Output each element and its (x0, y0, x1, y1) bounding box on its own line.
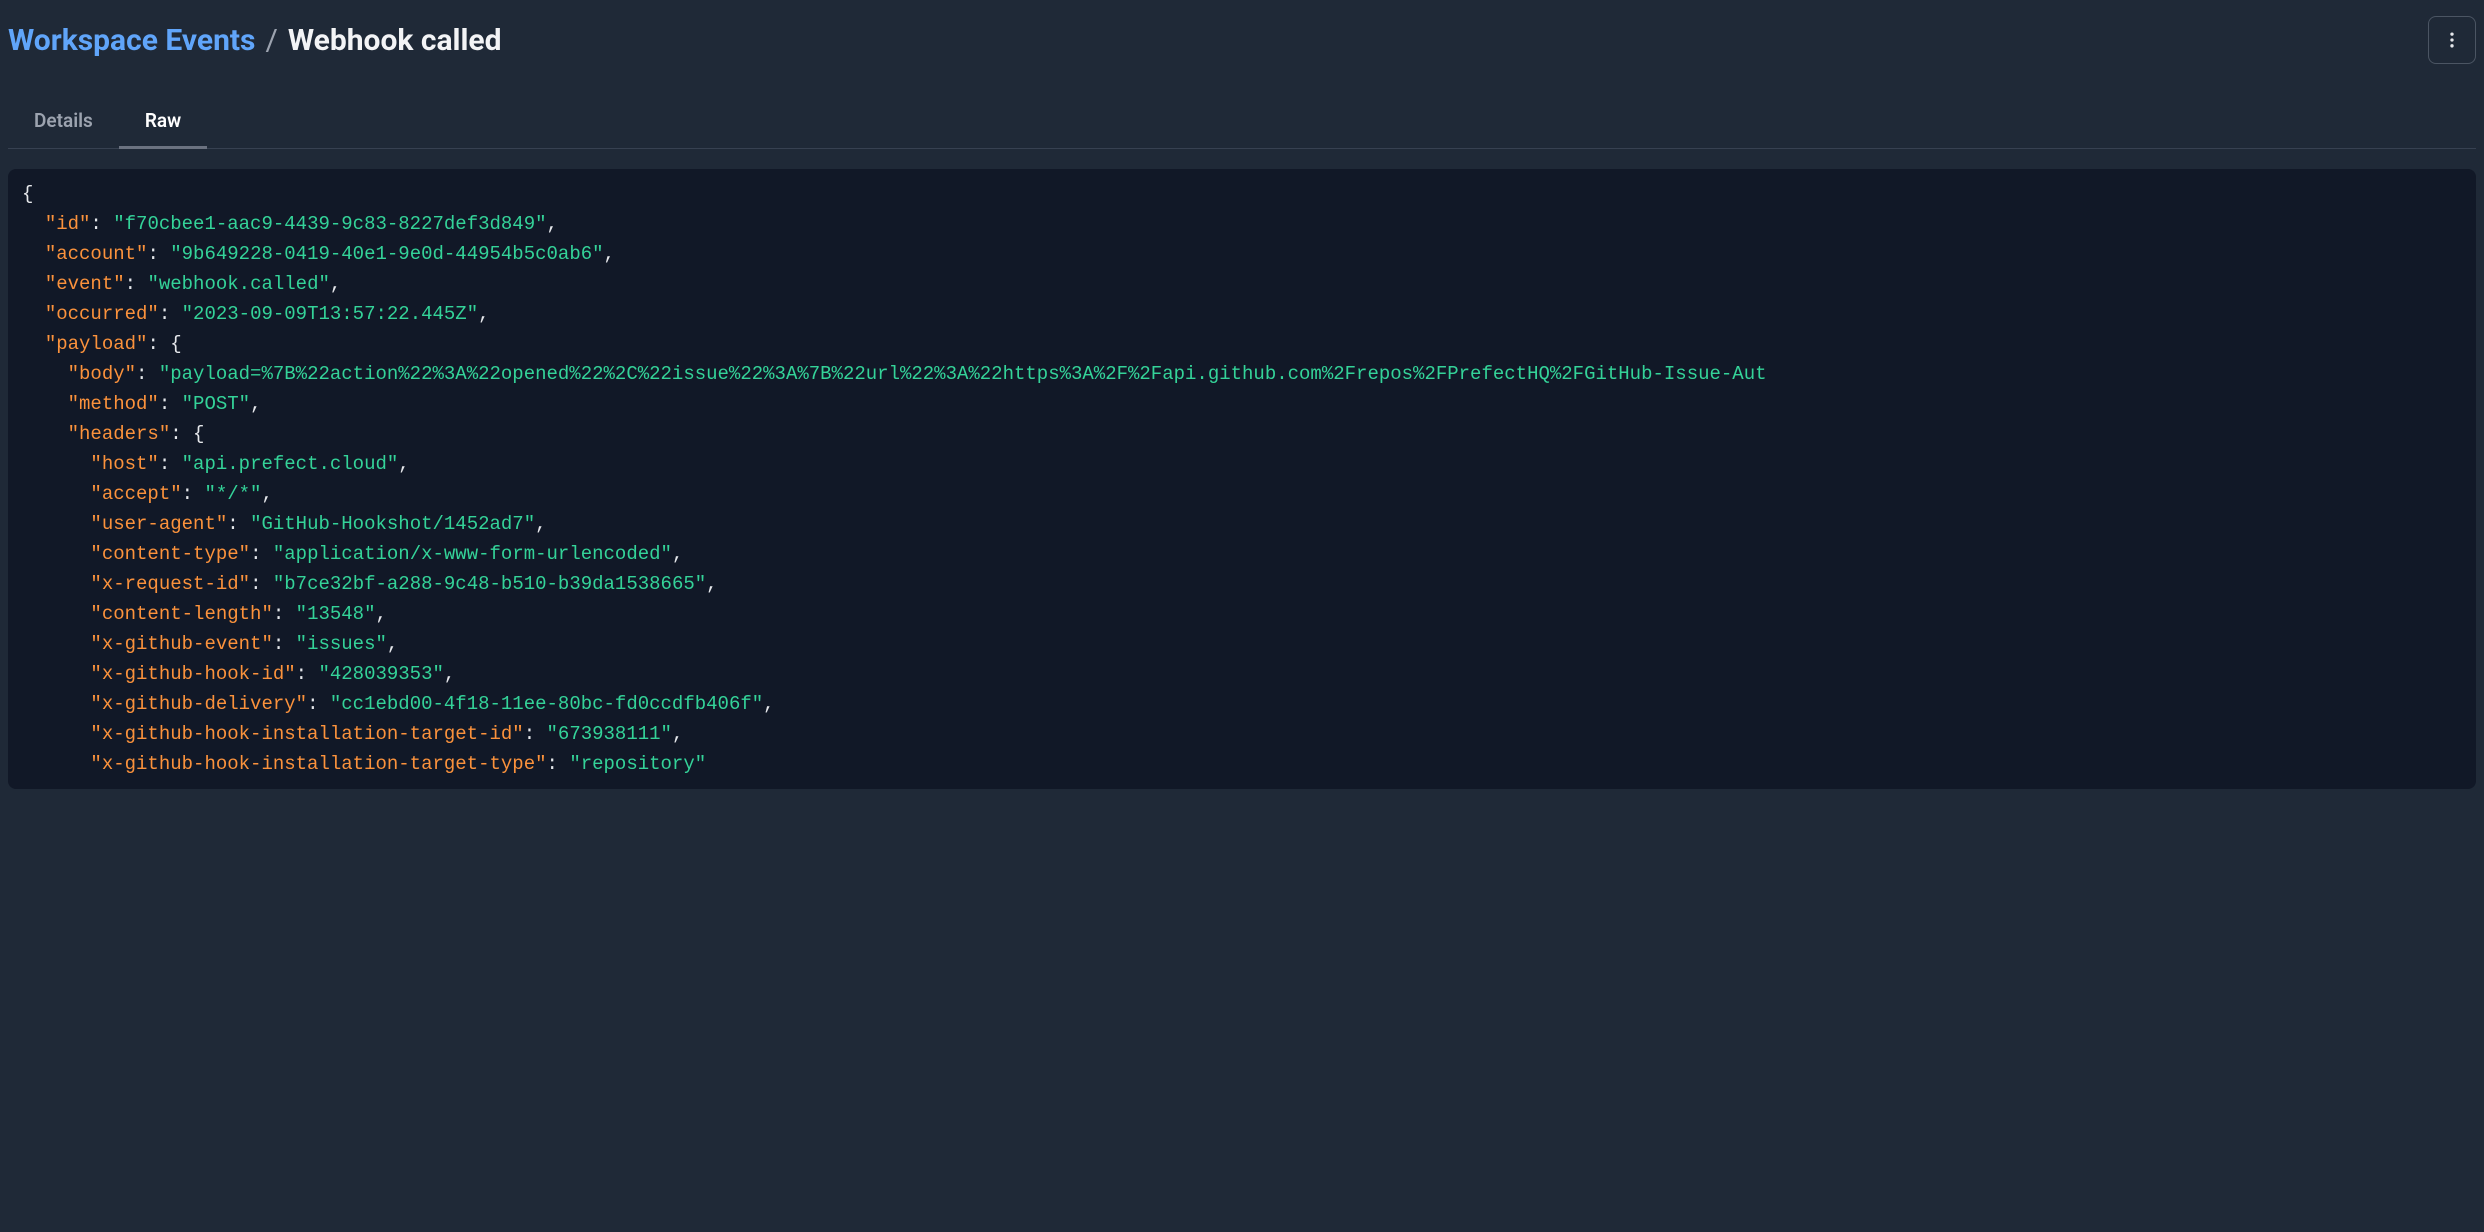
json-key: "content-type" (90, 543, 250, 565)
json-value: "payload=%7B%22action%22%3A%22opened%22%… (159, 363, 1767, 385)
json-key: "method" (68, 393, 159, 415)
json-key: "x-github-delivery" (90, 693, 307, 715)
tab-raw[interactable]: Raw (119, 95, 207, 149)
json-value: "api.prefect.cloud" (182, 453, 399, 475)
json-key: "account" (45, 243, 148, 265)
json-value: "webhook.called" (147, 273, 329, 295)
json-value: "13548" (296, 603, 376, 625)
json-key: "payload" (45, 333, 148, 355)
json-key: "event" (45, 273, 125, 295)
json-value: "POST" (182, 393, 250, 415)
json-value: "cc1ebd00-4f18-11ee-80bc-fd0ccdfb406f" (330, 693, 763, 715)
json-value: "application/x-www-form-urlencoded" (273, 543, 672, 565)
json-key: "x-github-event" (90, 633, 272, 655)
json-value: "issues" (296, 633, 387, 655)
json-value: "2023-09-09T13:57:22.445Z" (182, 303, 478, 325)
json-key: "occurred" (45, 303, 159, 325)
tabs: Details Raw (8, 84, 2476, 149)
tab-details[interactable]: Details (8, 95, 119, 149)
page-header: Workspace Events / Webhook called (8, 8, 2476, 84)
json-value: "GitHub-Hookshot/1452ad7" (250, 513, 535, 535)
json-key: "x-request-id" (90, 573, 250, 595)
breadcrumb-link-workspace-events[interactable]: Workspace Events (8, 23, 255, 58)
json-key: "x-github-hook-id" (90, 663, 295, 685)
json-value: "f70cbee1-aac9-4439-9c83-8227def3d849" (113, 213, 546, 235)
breadcrumb: Workspace Events / Webhook called (8, 23, 502, 58)
json-value: "673938111" (547, 723, 672, 745)
json-key: "x-github-hook-installation-target-type" (90, 753, 546, 775)
raw-json-viewer: { "id": "f70cbee1-aac9-4439-9c83-8227def… (8, 169, 2476, 789)
vertical-dots-icon (2442, 30, 2462, 50)
json-value: "9b649228-0419-40e1-9e0d-44954b5c0ab6" (170, 243, 603, 265)
json-value: "repository" (569, 753, 706, 775)
json-key: "headers" (68, 423, 171, 445)
json-value: "b7ce32bf-a288-9c48-b510-b39da1538665" (273, 573, 706, 595)
json-key: "body" (68, 363, 136, 385)
json-value: "*/*" (204, 483, 261, 505)
json-key: "accept" (90, 483, 181, 505)
json-key: "x-github-hook-installation-target-id" (90, 723, 523, 745)
json-key: "user-agent" (90, 513, 227, 535)
json-value: "428039353" (318, 663, 443, 685)
more-actions-button[interactable] (2428, 16, 2476, 64)
breadcrumb-current: Webhook called (288, 23, 502, 58)
json-key: "id" (45, 213, 91, 235)
json-key: "content-length" (90, 603, 272, 625)
json-key: "host" (90, 453, 158, 475)
breadcrumb-separator: / (265, 23, 277, 58)
